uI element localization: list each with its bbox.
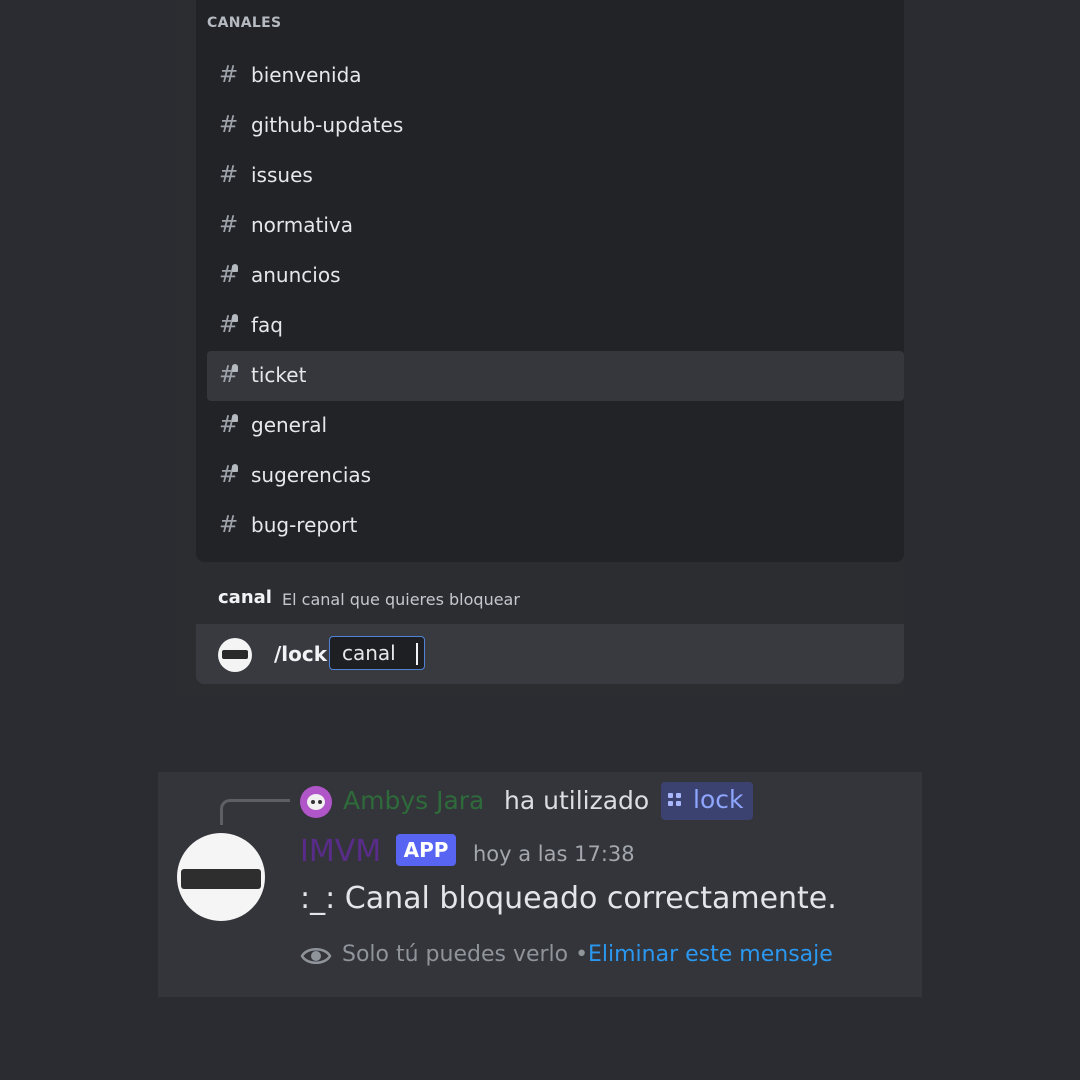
- channel-option-label: ticket: [251, 363, 307, 387]
- command-chip-label: lock: [693, 785, 744, 814]
- channel-option-label: faq: [251, 313, 283, 337]
- locked-hash-icon: #: [219, 262, 239, 288]
- slash-command-icon: [668, 793, 684, 809]
- bot-avatar[interactable]: [177, 833, 265, 921]
- channel-option[interactable]: # github-updates: [207, 101, 904, 151]
- message-content: :_: Canal bloqueado correctamente.: [300, 881, 837, 916]
- delete-message-link[interactable]: Eliminar este mensaje: [588, 942, 833, 967]
- text-caret: [416, 643, 418, 665]
- hash-icon: #: [219, 162, 239, 188]
- section-header: CANALES: [207, 15, 282, 31]
- option-description: El canal que quieres bloquear: [282, 590, 520, 609]
- lock-icon: [232, 414, 238, 422]
- hash-icon: #: [219, 62, 239, 88]
- message-timestamp: hoy a las 17:38: [473, 842, 635, 866]
- reply-username[interactable]: Ambys Jara: [343, 786, 484, 815]
- option-name: canal: [218, 587, 272, 608]
- lock-icon: [232, 364, 238, 372]
- channel-option[interactable]: # bug-report: [207, 501, 904, 551]
- channel-option-label: anuncios: [251, 263, 341, 287]
- lock-icon: [232, 264, 238, 272]
- channel-option[interactable]: # anuncios: [207, 251, 904, 301]
- reply-user-avatar[interactable]: [300, 786, 332, 818]
- bot-avatar-small: [218, 638, 252, 672]
- message-author[interactable]: IMVM: [300, 834, 381, 869]
- locked-hash-icon: #: [219, 412, 239, 438]
- channel-option[interactable]: # general: [207, 401, 904, 451]
- channel-option[interactable]: # bienvenida: [207, 51, 904, 101]
- channel-option-label: bug-report: [251, 513, 358, 537]
- app-badge: APP: [396, 834, 456, 866]
- channel-option-label: general: [251, 413, 328, 437]
- channel-option[interactable]: # faq: [207, 301, 904, 351]
- locked-hash-icon: #: [219, 462, 239, 488]
- bot-logo: [222, 650, 248, 659]
- reply-action-text: ha utilizado: [504, 786, 650, 815]
- hash-icon: #: [219, 212, 239, 238]
- channel-option[interactable]: # normativa: [207, 201, 904, 251]
- command-param-label: canal: [342, 641, 396, 665]
- eye-icon: [300, 948, 332, 964]
- channel-option[interactable]: # issues: [207, 151, 904, 201]
- bot-logo: [181, 869, 261, 889]
- command-chip[interactable]: lock: [661, 782, 753, 820]
- channel-option-label: sugerencias: [251, 463, 372, 487]
- hash-icon: #: [219, 112, 239, 138]
- reply-connector: [220, 799, 290, 825]
- ephemeral-note: Solo tú puedes verlo •: [342, 942, 589, 967]
- channel-option-label: bienvenida: [251, 63, 362, 87]
- command-param-field[interactable]: canal: [329, 636, 425, 670]
- channel-option-label: issues: [251, 163, 313, 187]
- locked-hash-icon: #: [219, 362, 239, 388]
- channel-option-label: github-updates: [251, 113, 404, 137]
- channel-option[interactable]: # sugerencias: [207, 451, 904, 501]
- locked-hash-icon: #: [219, 312, 239, 338]
- lock-icon: [232, 464, 238, 472]
- lock-icon: [232, 314, 238, 322]
- channel-option-label: normativa: [251, 213, 354, 237]
- command-name: /lock: [274, 642, 328, 666]
- channel-option[interactable]: # ticket: [207, 351, 904, 401]
- hash-icon: #: [219, 512, 239, 538]
